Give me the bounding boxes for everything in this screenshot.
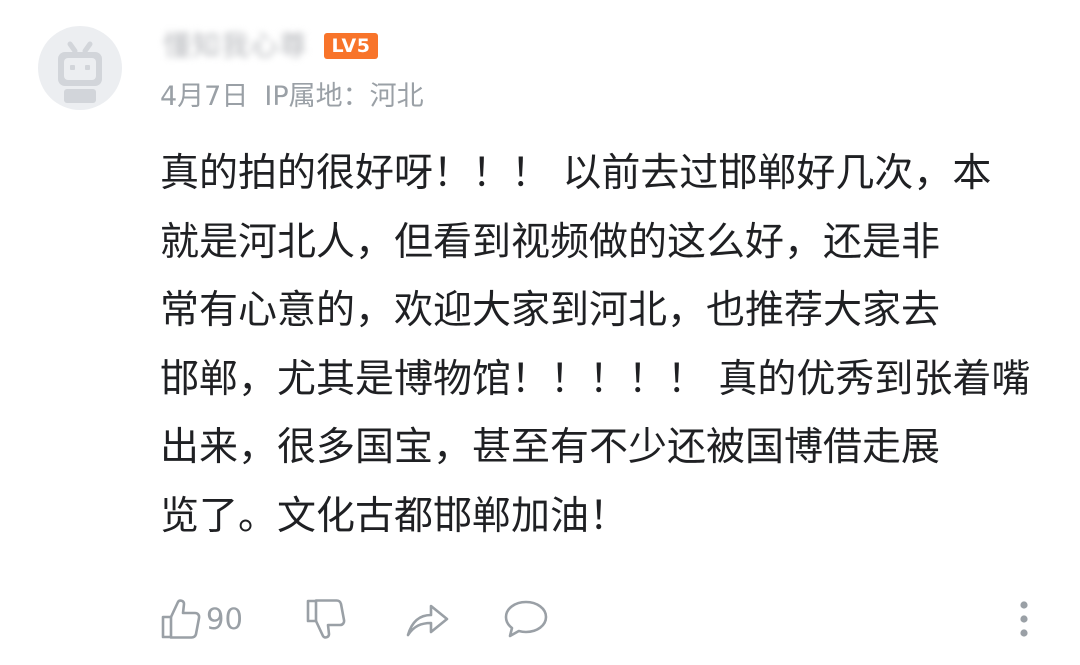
comment-text: 真的拍的很好呀！！！ 以前去过邯郸好几次，本 就是河北人，但看到视频做的这么好，… <box>160 140 1031 551</box>
username[interactable]: 懂知我心尊 <box>163 26 308 66</box>
like-count: 90 <box>206 602 243 636</box>
bilibili-tv-icon <box>58 41 102 103</box>
comment-line: 就是河北人，但看到视频做的这么好，还是非 <box>160 219 941 265</box>
share-arrow-icon <box>406 604 449 637</box>
thumbs-down-icon <box>306 599 346 639</box>
comment-line: 常有心意的，欢迎大家到河北，也推荐大家去 <box>160 288 941 333</box>
comment-line: 出来，很多国宝，甚至有不少还被国博借走展 <box>160 425 941 470</box>
ip-location: IP属地：河北 <box>264 81 424 112</box>
share-button[interactable] <box>404 596 450 642</box>
speech-bubble-icon <box>504 600 548 638</box>
comment-line: 真的拍的很好呀！！！ 以前去过邯郸好几次，本 <box>160 151 992 196</box>
comment-line: 览了。文化古都邯郸加油！ <box>160 493 629 539</box>
vertical-ellipsis-icon <box>1020 601 1028 637</box>
reply-button[interactable] <box>502 596 550 642</box>
avatar[interactable] <box>38 26 122 110</box>
thumbs-up-icon <box>161 599 201 639</box>
level-badge: LV5 <box>324 33 379 59</box>
action-bar: 90 <box>0 590 1080 650</box>
more-button[interactable] <box>1014 596 1034 642</box>
comment-date: 4月7日 <box>160 81 249 112</box>
username-row: 懂知我心尊 LV5 <box>163 26 379 66</box>
comment-line: 邯郸，尤其是博物馆！！！！！ 真的优秀到张着嘴 <box>160 356 1031 402</box>
comment-meta: 4月7日 IP属地：河北 <box>160 79 440 115</box>
comment-card: 懂知我心尊 LV5 4月7日 IP属地：河北 真的拍的很好呀！！！ 以前去过邯郸好… <box>0 0 1080 665</box>
like-button[interactable]: 90 <box>160 596 243 642</box>
dislike-button[interactable] <box>304 596 348 642</box>
